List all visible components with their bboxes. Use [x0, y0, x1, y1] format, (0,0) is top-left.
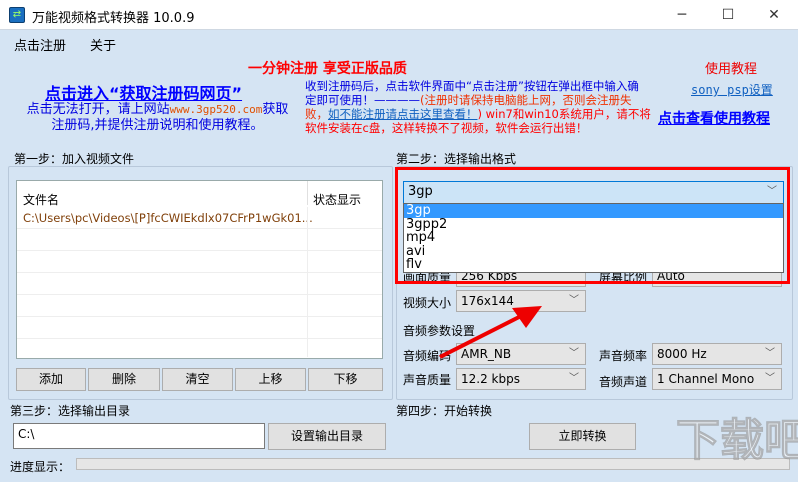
- window-title: 万能视频格式转换器 10.0.9: [32, 11, 195, 26]
- sample-rate-select[interactable]: 8000 Hz ﹀: [652, 343, 782, 365]
- close-icon[interactable]: ✕: [759, 4, 789, 26]
- column-filename[interactable]: 文件名: [23, 191, 59, 208]
- site-url: www.3gp520.com: [169, 103, 263, 116]
- psp-settings-link[interactable]: sony psp设置: [691, 81, 773, 98]
- help-link[interactable]: 如不能注册请点击这里查看！: [328, 107, 478, 121]
- channel-select[interactable]: 1 Channel Mono ﹀: [652, 368, 782, 390]
- watermark: 下载吧: [676, 415, 798, 467]
- step2-label: 第二步：选择输出格式: [396, 152, 517, 166]
- set-output-dir-button[interactable]: 设置输出目录: [268, 423, 386, 450]
- promo-headline: 一分钟注册 享受正版品质: [248, 61, 407, 77]
- convert-button[interactable]: 立即转换: [529, 423, 636, 450]
- file-list[interactable]: 文件名 状态显示 C:\Users\pc\Videos\[P]fcCWIEkdl…: [16, 180, 383, 359]
- progress-label: 进度显示：: [10, 460, 71, 474]
- sample-rate-label: 声音频率: [599, 349, 648, 363]
- audio-quality-select[interactable]: 12.2 kbps ﹀: [456, 368, 586, 390]
- menu-about[interactable]: 关于: [90, 35, 116, 54]
- delete-button[interactable]: 删除: [88, 368, 160, 391]
- clear-button[interactable]: 清空: [162, 368, 233, 391]
- add-button[interactable]: 添加: [16, 368, 86, 391]
- tutorial-link[interactable]: 点击查看使用教程: [658, 108, 770, 128]
- table-row[interactable]: C:\Users\pc\Videos\[P]fcCWIEkdlx07CFrP1w…: [23, 211, 313, 225]
- step4-label: 第四步：开始转换: [396, 404, 493, 418]
- registration-notice: 收到注册码后，点击软件界面中“点击注册”按钮在弹出框中输入确 定即可使用！———…: [305, 79, 651, 135]
- fallback-text: 点击无法打开，请上网站www.3gp520.com获取 注册码,并提供注册说明和使…: [26, 102, 289, 133]
- output-dir-input[interactable]: C:\: [13, 423, 265, 449]
- red-arrow-annotation: [439, 306, 542, 359]
- step1-label: 第一步：加入视频文件: [14, 152, 135, 166]
- menu-register[interactable]: 点击注册: [14, 35, 66, 54]
- audio-quality-label: 声音质量: [403, 373, 452, 387]
- maximize-icon[interactable]: ☐: [713, 4, 743, 26]
- minimize-icon[interactable]: ─: [667, 4, 697, 26]
- app-icon: ⇄: [9, 7, 25, 23]
- get-code-link[interactable]: 点击进入“获取注册码网页”: [45, 80, 242, 104]
- column-status[interactable]: 状态显示: [313, 191, 361, 208]
- highlight-box: [395, 167, 790, 284]
- tutorial-label: 使用教程: [705, 62, 758, 77]
- step3-label: 第三步：选择输出目录: [10, 404, 131, 418]
- channel-label: 音频声道: [599, 375, 648, 389]
- move-up-button[interactable]: 上移: [235, 368, 306, 391]
- move-down-button[interactable]: 下移: [308, 368, 383, 391]
